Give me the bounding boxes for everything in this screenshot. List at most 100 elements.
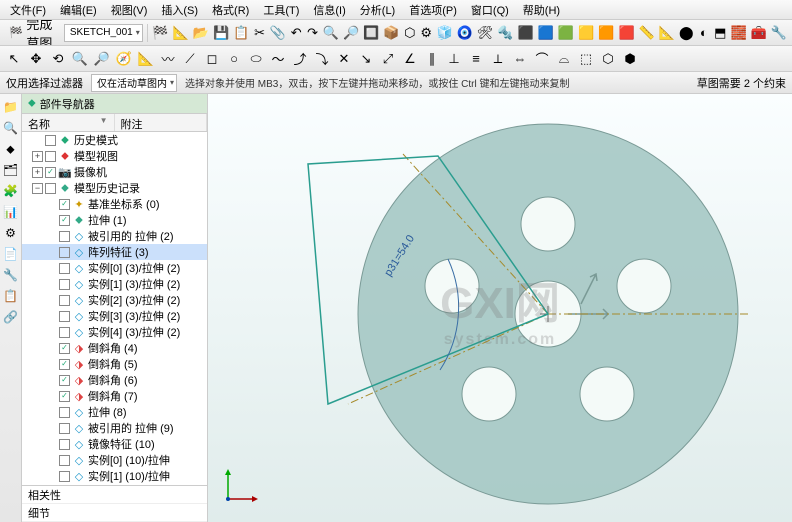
checkbox-icon[interactable]: ✓ [59, 199, 70, 210]
tree-row[interactable]: ✓⬗倒斜角 (5) [22, 356, 207, 372]
toolbar-btn-4[interactable]: 📋 [232, 23, 250, 43]
sketch-btn-8[interactable]: ⟋ [180, 49, 200, 69]
side-btn-3[interactable]: 🗂 [2, 161, 20, 179]
tree-row[interactable]: ◇拉伸 (8) [22, 404, 207, 420]
toolbar-btn-1[interactable]: 📐 [172, 23, 190, 43]
side-btn-9[interactable]: 📋 [2, 287, 20, 305]
toolbar-btn-26[interactable]: 📐 [658, 23, 676, 43]
sketch-btn-18[interactable]: ∠ [400, 49, 420, 69]
checkbox-icon[interactable] [59, 327, 70, 338]
toolbar-btn-25[interactable]: 📏 [638, 23, 656, 43]
toolbar-btn-2[interactable]: 📂 [192, 23, 210, 43]
tree-row[interactable]: −⬥模型历史记录 [22, 180, 207, 196]
sketch-btn-24[interactable]: ⌒ [532, 49, 552, 69]
sketch-btn-0[interactable]: ↖ [4, 49, 24, 69]
sketch-btn-22[interactable]: ⟂ [488, 49, 508, 69]
side-btn-10[interactable]: 🔗 [2, 308, 20, 326]
sketch-btn-2[interactable]: ⟲ [48, 49, 68, 69]
menu-item-4[interactable]: 格式(R) [206, 0, 255, 20]
col-remark[interactable]: 附注 [115, 114, 208, 131]
checkbox-icon[interactable] [59, 263, 70, 274]
tree-row[interactable]: ◇镜像特征 (10) [22, 436, 207, 452]
checkbox-icon[interactable] [45, 183, 56, 194]
sketch-btn-21[interactable]: ≡ [466, 49, 486, 69]
menu-item-3[interactable]: 插入(S) [155, 0, 204, 20]
sketch-btn-5[interactable]: 🧭 [114, 49, 134, 69]
toolbar-btn-8[interactable]: ↷ [305, 23, 319, 43]
sketch-btn-14[interactable]: ⤵ [312, 49, 332, 69]
toolbar-btn-27[interactable]: ⬤ [678, 23, 695, 43]
checkbox-icon[interactable]: ✓ [45, 167, 56, 178]
sketch-btn-10[interactable]: ○ [224, 49, 244, 69]
toolbar-btn-31[interactable]: 🧰 [750, 23, 768, 43]
sketch-btn-1[interactable]: ✥ [26, 49, 46, 69]
sketch-btn-16[interactable]: ↘ [356, 49, 376, 69]
sketch-btn-13[interactable]: ⤴ [290, 49, 310, 69]
checkbox-icon[interactable]: ✓ [59, 375, 70, 386]
checkbox-icon[interactable] [59, 295, 70, 306]
tree-row[interactable]: ◇实例[0] (10)/拉伸 [22, 452, 207, 468]
checkbox-icon[interactable] [45, 151, 56, 162]
checkbox-icon[interactable] [59, 311, 70, 322]
sketch-name-dropdown[interactable]: SKETCH_001 ▾ [64, 24, 143, 42]
sketch-btn-6[interactable]: 📐 [136, 49, 156, 69]
tree-row[interactable]: ✓⬗倒斜角 (7) [22, 388, 207, 404]
side-btn-0[interactable]: 📁 [2, 98, 20, 116]
sketch-btn-11[interactable]: ⬭ [246, 49, 266, 69]
tree-row[interactable]: ◇被引用的 拉伸 (9) [22, 420, 207, 436]
sketch-btn-23[interactable]: ⇔ [510, 49, 530, 69]
toolbar-btn-32[interactable]: 🔧 [770, 23, 788, 43]
tree-row[interactable]: ✓✦基准坐标系 (0) [22, 196, 207, 212]
side-btn-6[interactable]: ⚙ [2, 224, 20, 242]
toolbar-btn-3[interactable]: 💾 [212, 23, 230, 43]
finish-sketch-button[interactable]: 🏁 完成草图 [4, 23, 62, 43]
sketch-btn-12[interactable]: 〜 [268, 49, 288, 69]
sketch-btn-20[interactable]: ⊥ [444, 49, 464, 69]
menu-item-7[interactable]: 分析(L) [354, 0, 401, 20]
checkbox-icon[interactable]: ✓ [59, 391, 70, 402]
canvas[interactable]: p31=54.0 GXI网 system.com [208, 94, 792, 522]
checkbox-icon[interactable] [59, 471, 70, 482]
side-btn-5[interactable]: 📊 [2, 203, 20, 221]
toolbar-btn-20[interactable]: 🟦 [537, 23, 555, 43]
side-btn-1[interactable]: 🔍 [2, 119, 20, 137]
toolbar-btn-24[interactable]: 🟥 [617, 23, 635, 43]
tree-row[interactable]: ◇实例[2] (3)/拉伸 (2) [22, 292, 207, 308]
toolbar-btn-23[interactable]: 🟧 [597, 23, 615, 43]
toolbar-btn-13[interactable]: ⬡ [403, 23, 417, 43]
toolbar-btn-15[interactable]: 🧊 [435, 23, 453, 43]
nav-bottom-row-0[interactable]: 相关性 [22, 486, 207, 504]
checkbox-icon[interactable] [59, 423, 70, 434]
menu-item-5[interactable]: 工具(T) [257, 0, 305, 20]
tree-row[interactable]: ◇实例[0] (3)/拉伸 (2) [22, 260, 207, 276]
tree-row[interactable]: ✓⬥拉伸 (1) [22, 212, 207, 228]
toolbar-btn-11[interactable]: 🔲 [362, 23, 380, 43]
tree-row[interactable]: +✓📷摄像机 [22, 164, 207, 180]
checkbox-icon[interactable] [45, 135, 56, 146]
tree-row[interactable]: ◇实例[1] (10)/拉伸 [22, 468, 207, 484]
tree-row[interactable]: ◇阵列特征 (3) [22, 244, 207, 260]
sketch-btn-28[interactable]: ⬢ [620, 49, 640, 69]
menu-item-1[interactable]: 编辑(E) [54, 0, 103, 20]
tree-row[interactable]: ◇被引用的 拉伸 (2) [22, 228, 207, 244]
nav-bottom-row-1[interactable]: 细节 [22, 504, 207, 522]
checkbox-icon[interactable] [59, 407, 70, 418]
toolbar-btn-21[interactable]: 🟩 [557, 23, 575, 43]
toolbar-btn-9[interactable]: 🔍 [322, 23, 340, 43]
side-btn-8[interactable]: 🔧 [2, 266, 20, 284]
checkbox-icon[interactable] [59, 247, 70, 258]
toolbar-btn-5[interactable]: ✂ [252, 23, 266, 43]
checkbox-icon[interactable] [59, 439, 70, 450]
col-name[interactable]: 名称▼ [22, 114, 115, 131]
checkbox-icon[interactable]: ✓ [59, 215, 70, 226]
expand-icon[interactable]: + [32, 151, 43, 162]
toolbar-btn-14[interactable]: ⚙ [419, 23, 433, 43]
tree-row[interactable]: +⬥模型视图 [22, 148, 207, 164]
toolbar-btn-30[interactable]: 🧱 [729, 23, 747, 43]
sketch-btn-26[interactable]: ⬚ [576, 49, 596, 69]
sketch-btn-27[interactable]: ⬡ [598, 49, 618, 69]
tree-row[interactable]: ⬥历史模式 [22, 132, 207, 148]
tree-row[interactable]: ◇实例[4] (3)/拉伸 (2) [22, 324, 207, 340]
toolbar-btn-7[interactable]: ↶ [289, 23, 303, 43]
toolbar-btn-6[interactable]: 📎 [269, 23, 287, 43]
